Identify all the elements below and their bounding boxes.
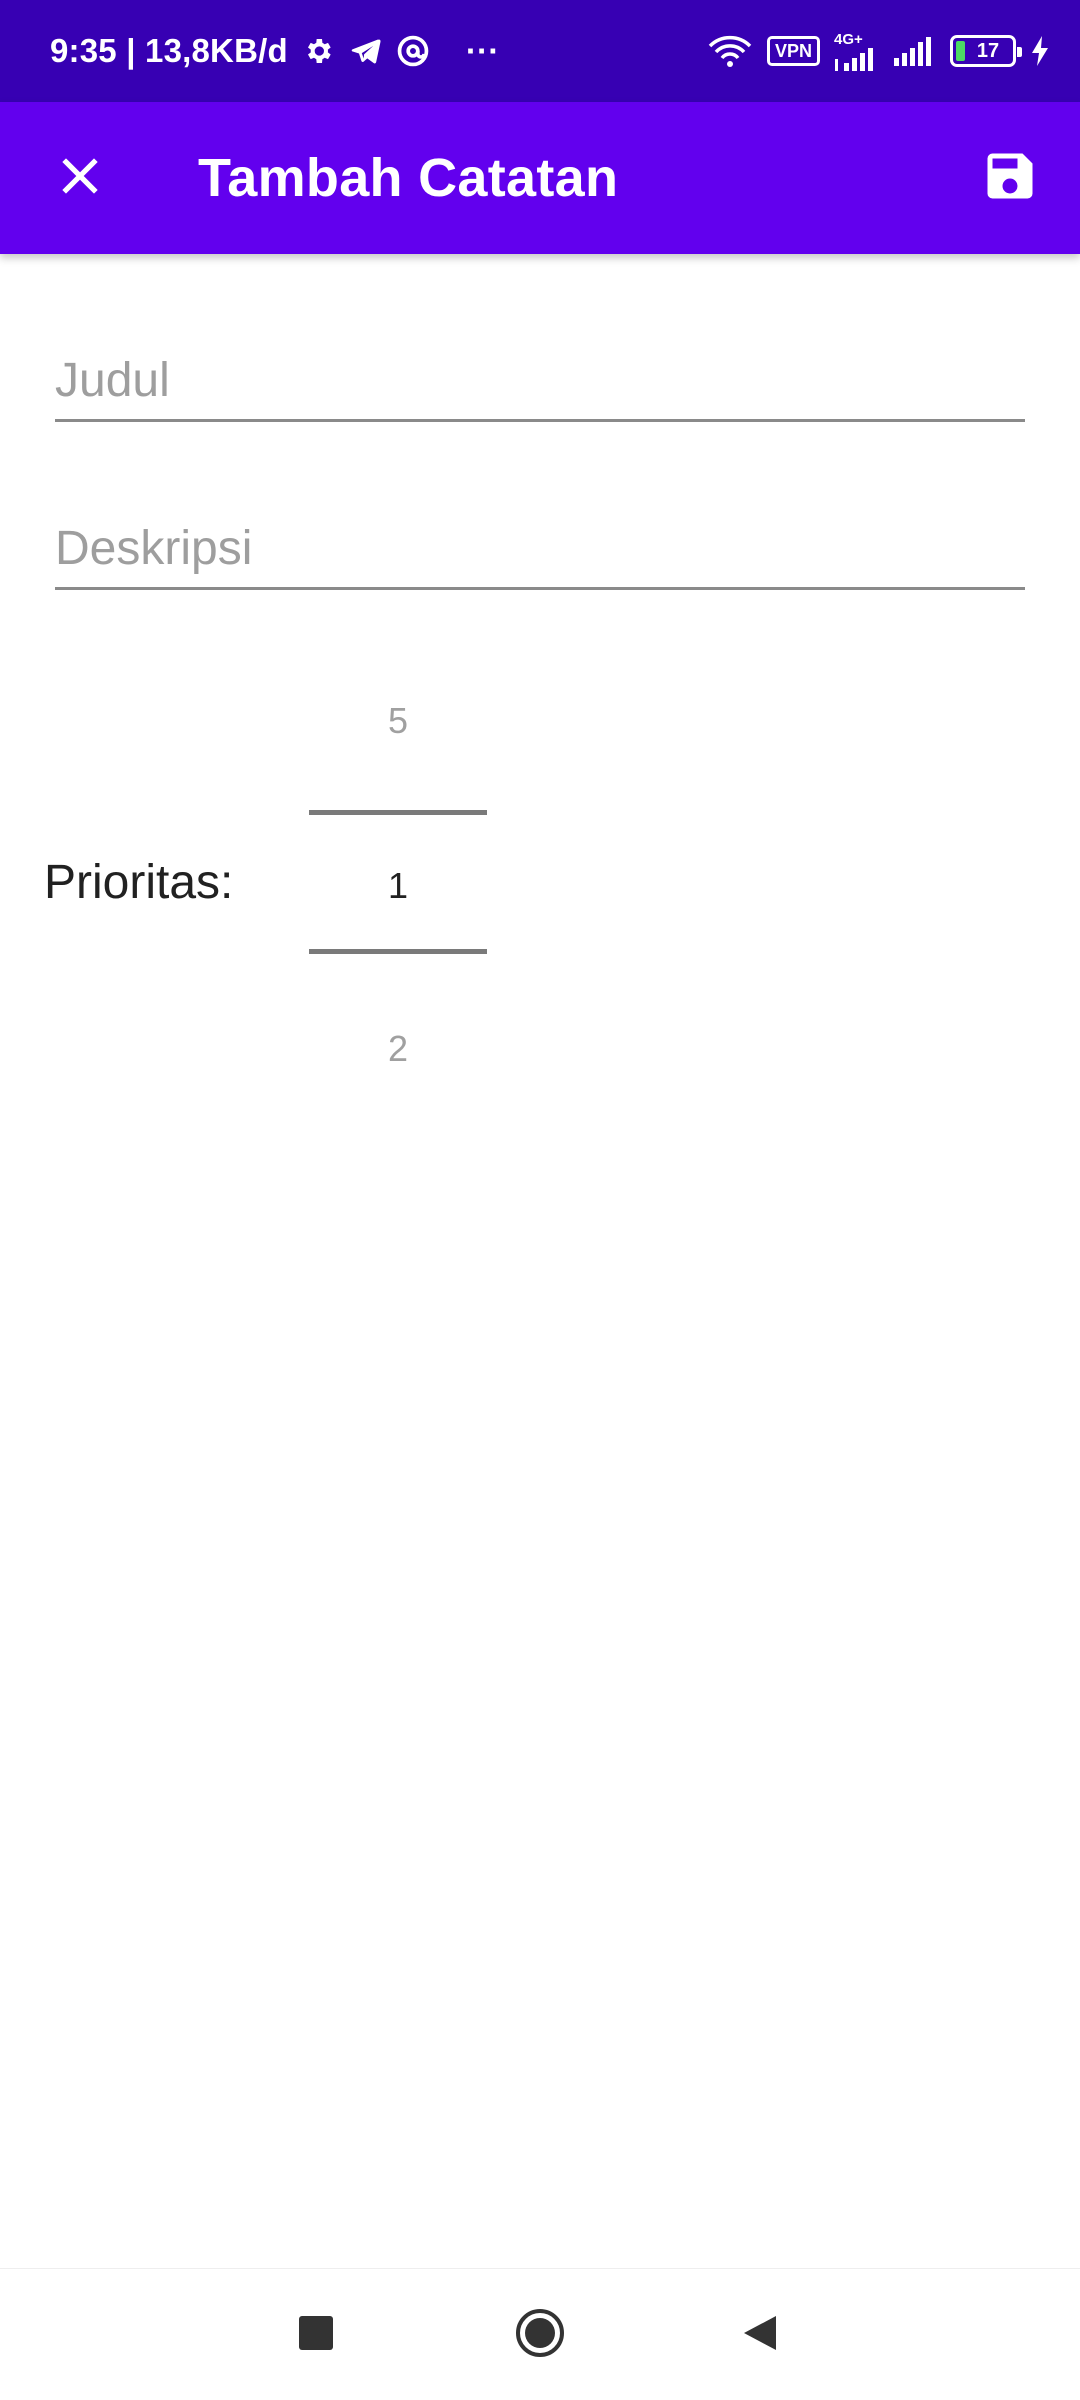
page-title: Tambah Catatan <box>198 148 619 208</box>
at-sign-icon <box>396 34 430 68</box>
recents-square-icon <box>298 2315 334 2356</box>
close-icon <box>56 152 104 205</box>
picker-next-value[interactable]: 2 <box>309 1028 487 1070</box>
navigation-bar <box>0 2268 1080 2400</box>
home-circle-icon <box>514 2307 566 2364</box>
signal-icon <box>892 36 936 66</box>
priority-number-picker[interactable]: 5 1 2 <box>309 670 487 1070</box>
picker-previous-value[interactable]: 5 <box>309 700 487 742</box>
back-triangle-icon <box>740 2313 780 2358</box>
description-input[interactable] <box>55 510 1025 590</box>
picker-divider-bottom <box>309 949 487 954</box>
recents-button[interactable] <box>276 2295 356 2375</box>
status-left: 9:35 | 13,8KB/d ··· <box>50 0 499 102</box>
picker-divider-top <box>309 810 487 815</box>
home-button[interactable] <box>500 2295 580 2375</box>
back-button[interactable] <box>720 2295 800 2375</box>
settings-icon <box>302 35 334 67</box>
title-input[interactable] <box>55 342 1025 422</box>
picker-selected-value[interactable]: 1 <box>309 865 487 907</box>
network-type-label: 4G+ <box>834 30 863 48</box>
save-icon <box>980 146 1040 211</box>
time-and-speed: 9:35 | 13,8KB/d <box>50 32 288 69</box>
priority-label: Prioritas: <box>44 856 234 909</box>
status-bar: 9:35 | 13,8KB/d ··· VPN 4G+ 17 <box>0 0 1080 102</box>
charging-icon <box>1030 35 1050 67</box>
telegram-icon <box>348 35 382 67</box>
battery-level: 17 <box>976 39 1000 62</box>
signal-icon: 4G+ <box>834 32 878 71</box>
more-notifications: ··· <box>465 32 500 69</box>
vpn-badge: VPN <box>766 36 820 66</box>
save-button[interactable] <box>970 138 1050 218</box>
screen: 9:35 | 13,8KB/d ··· VPN 4G+ 17 Tambah Ca… <box>0 0 1080 2400</box>
battery-indicator: 17 <box>950 35 1022 67</box>
close-button[interactable] <box>40 138 120 218</box>
status-right: VPN 4G+ 17 <box>707 0 1050 102</box>
app-bar: Tambah Catatan <box>0 102 1080 254</box>
battery-cap <box>1017 47 1022 57</box>
wifi-icon <box>707 34 753 68</box>
